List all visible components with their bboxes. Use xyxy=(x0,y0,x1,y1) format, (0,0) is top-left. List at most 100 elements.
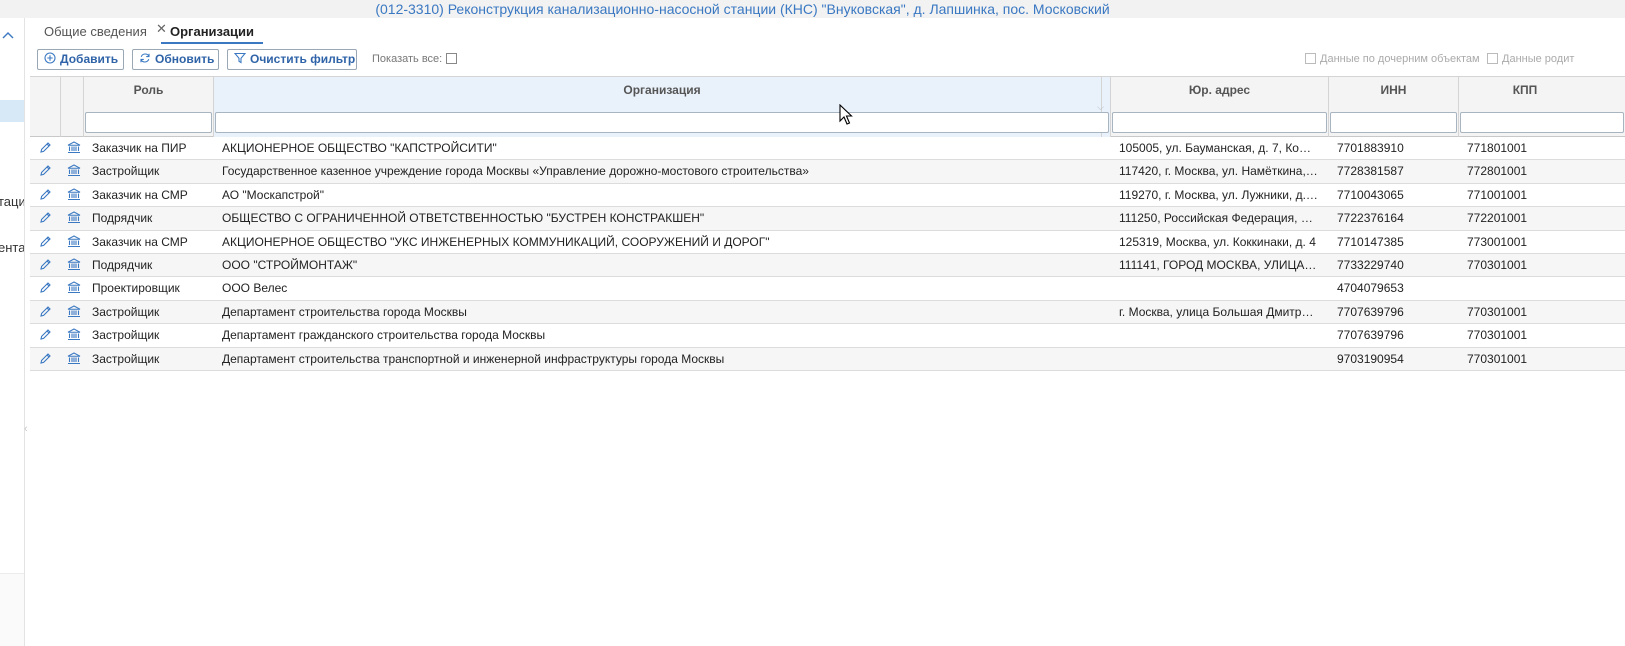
table-row[interactable]: Застройщик Департамент строительства горо… xyxy=(30,300,1625,325)
header-edit-column xyxy=(30,77,61,137)
cell-kpp: 770301001 xyxy=(1467,257,1528,272)
cell-org: АО "Москапстрой" xyxy=(222,187,324,202)
tab-label: Общие сведения xyxy=(44,24,147,39)
grid-body: Заказчик на ПИР АКЦИОНЕРНОЕ ОБЩЕСТВО "КАП… xyxy=(30,137,1625,371)
pencil-icon[interactable] xyxy=(30,277,61,300)
cell-role: Застройщик xyxy=(92,328,160,343)
refresh-button[interactable]: Обновить xyxy=(132,49,219,70)
role-filter-input[interactable] xyxy=(85,112,212,133)
header-inn-label: ИНН xyxy=(1380,83,1407,97)
cell-kpp: 771001001 xyxy=(1467,187,1528,202)
cell-kpp: 772201001 xyxy=(1467,211,1528,226)
kpp-filter-input[interactable] xyxy=(1460,112,1624,133)
sidebar-item-fragment[interactable]: тацио xyxy=(0,194,24,209)
cell-inn: 7722376164 xyxy=(1337,211,1404,226)
table-row[interactable]: Заказчик на СМР АО "Москапстрой" 119270, г… xyxy=(30,183,1625,208)
header-inn[interactable]: ИНН xyxy=(1329,77,1459,137)
cell-address xyxy=(1111,348,1319,371)
add-button[interactable]: Добавить xyxy=(37,49,124,70)
cell-org: Департамент гражданского строительства г… xyxy=(222,328,546,343)
child-objects-checkbox[interactable] xyxy=(1305,53,1316,64)
header-organization-label: Организация xyxy=(623,83,701,97)
cell-role: Застройщик xyxy=(92,164,160,179)
organizations-grid: Роль Организация ⌵ Юр. адрес ИНН КПП Зак… xyxy=(30,76,1625,371)
cell-inn: 7728381587 xyxy=(1337,164,1404,179)
sidebar-selected-item[interactable] xyxy=(0,100,24,122)
sidebar-item-fragment[interactable]: ента xyxy=(0,240,24,255)
header-organization[interactable]: Организация ⌵ xyxy=(214,77,1111,137)
child-objects-label: Данные по дочерним объектам xyxy=(1320,53,1480,65)
table-row[interactable]: Застройщик Государственное казенное учреж… xyxy=(30,160,1625,184)
toolbar: Добавить Обновить Очистить фильтр Показа… xyxy=(30,48,1625,70)
cell-kpp: 770301001 xyxy=(1467,328,1528,343)
organization-filter-input[interactable] xyxy=(215,112,1109,133)
pencil-icon[interactable] xyxy=(30,137,61,160)
clear-filter-button[interactable]: Очистить фильтр xyxy=(227,49,357,70)
pencil-icon[interactable] xyxy=(30,184,61,207)
mouse-cursor-icon xyxy=(839,104,853,125)
cell-inn: 4704079653 xyxy=(1337,281,1404,296)
cell-inn: 7733229740 xyxy=(1337,257,1404,272)
cell-org: ООО Велес xyxy=(222,281,288,296)
parent-objects-label: Данные родит xyxy=(1502,53,1575,65)
table-row[interactable]: Заказчик на ПИР АКЦИОНЕРНОЕ ОБЩЕСТВО "КАП… xyxy=(30,137,1625,161)
splitter-handle-icon[interactable]: ‹ xyxy=(24,423,28,435)
table-row[interactable]: Застройщик Департамент гражданского строи… xyxy=(30,324,1625,348)
cell-inn: 9703190954 xyxy=(1337,351,1404,366)
pencil-icon[interactable] xyxy=(30,301,61,324)
table-row[interactable]: Застройщик Департамент строительства тран… xyxy=(30,347,1625,371)
cell-role: Проектировщик xyxy=(92,281,180,296)
pencil-icon[interactable] xyxy=(30,207,61,230)
chevron-up-icon[interactable] xyxy=(2,28,14,41)
grid-header: Роль Организация ⌵ Юр. адрес ИНН КПП xyxy=(30,76,1625,137)
cell-address: 119270, г. Москва, ул. Лужники, д.2… xyxy=(1119,187,1319,202)
cell-org: Департамент строительства транспортной и… xyxy=(222,351,725,366)
cell-org: АКЦИОНЕРНОЕ ОБЩЕСТВО "КАПСТРОЙСИТИ" xyxy=(222,141,497,155)
header-address[interactable]: Юр. адрес xyxy=(1111,77,1329,137)
plus-circle-icon xyxy=(44,50,56,69)
show-all-toggle: Показать все: xyxy=(372,53,458,65)
cell-org: ООО "СТРОЙМОНТАЖ" xyxy=(222,257,358,272)
window-title: (012-3310) Реконструкция канализационно-… xyxy=(375,1,1110,17)
cell-inn: 7701883910 xyxy=(1337,141,1404,155)
tab-organizations[interactable]: Организации xyxy=(161,18,263,44)
header-address-label: Юр. адрес xyxy=(1188,83,1251,97)
cell-role: Подрядчик xyxy=(92,211,153,226)
tab-label: Организации xyxy=(170,24,255,39)
header-kpp-label: КПП xyxy=(1512,83,1538,97)
header-kpp[interactable]: КПП xyxy=(1459,77,1625,137)
header-role[interactable]: Роль xyxy=(84,77,214,137)
pencil-icon[interactable] xyxy=(30,254,61,277)
parent-objects-checkbox[interactable] xyxy=(1487,53,1498,64)
pencil-icon[interactable] xyxy=(30,348,61,371)
cell-role: Застройщик xyxy=(92,304,160,319)
cell-role: Заказчик на СМР xyxy=(92,187,188,202)
cell-role: Заказчик на СМР xyxy=(92,234,188,249)
show-all-checkbox[interactable] xyxy=(446,53,458,64)
table-row[interactable]: Проектировщик ООО Велес 4704079653 xyxy=(30,277,1625,301)
cell-role: Заказчик на ПИР xyxy=(92,141,187,155)
table-row[interactable]: Подрядчик ОБЩЕСТВО С ОГРАНИЧЕННОЙ ОТВЕТСТ… xyxy=(30,207,1625,231)
cell-inn: 7707639796 xyxy=(1337,304,1404,319)
cell-address: 111141, ГОРОД МОСКВА, УЛИЦА … xyxy=(1119,257,1319,272)
cell-address: 117420, г. Москва, ул. Намёткина, д.6 xyxy=(1119,164,1319,179)
inn-filter-input[interactable] xyxy=(1330,112,1457,133)
tab-general-info[interactable]: Общие сведения ✕ xyxy=(44,18,167,44)
pencil-icon[interactable] xyxy=(30,324,61,347)
parent-objects-option: Данные родит xyxy=(1487,53,1574,65)
table-row[interactable]: Подрядчик ООО "СТРОЙМОНТАЖ" 111141, ГОРОД … xyxy=(30,253,1625,278)
pencil-icon[interactable] xyxy=(30,160,61,183)
cell-kpp: 770301001 xyxy=(1467,351,1528,366)
pencil-icon[interactable] xyxy=(30,231,61,254)
cell-kpp: 771801001 xyxy=(1467,141,1528,155)
filter-icon xyxy=(233,50,247,69)
cell-address: г. Москва, улица Большая Дмитров… xyxy=(1119,304,1319,319)
cell-org: АКЦИОНЕРНОЕ ОБЩЕСТВО "УКС ИНЖЕНЕРНЫХ КОМ… xyxy=(222,234,770,249)
child-objects-option: Данные по дочерним объектам xyxy=(1305,53,1480,65)
cell-kpp: 772801001 xyxy=(1467,164,1528,179)
header-role-label: Роль xyxy=(133,83,164,97)
cell-address xyxy=(1111,277,1319,300)
window-title-bar: (012-3310) Реконструкция канализационно-… xyxy=(0,0,1625,18)
address-filter-input[interactable] xyxy=(1112,112,1327,133)
table-row[interactable]: Заказчик на СМР АКЦИОНЕРНОЕ ОБЩЕСТВО "УКС… xyxy=(30,230,1625,254)
